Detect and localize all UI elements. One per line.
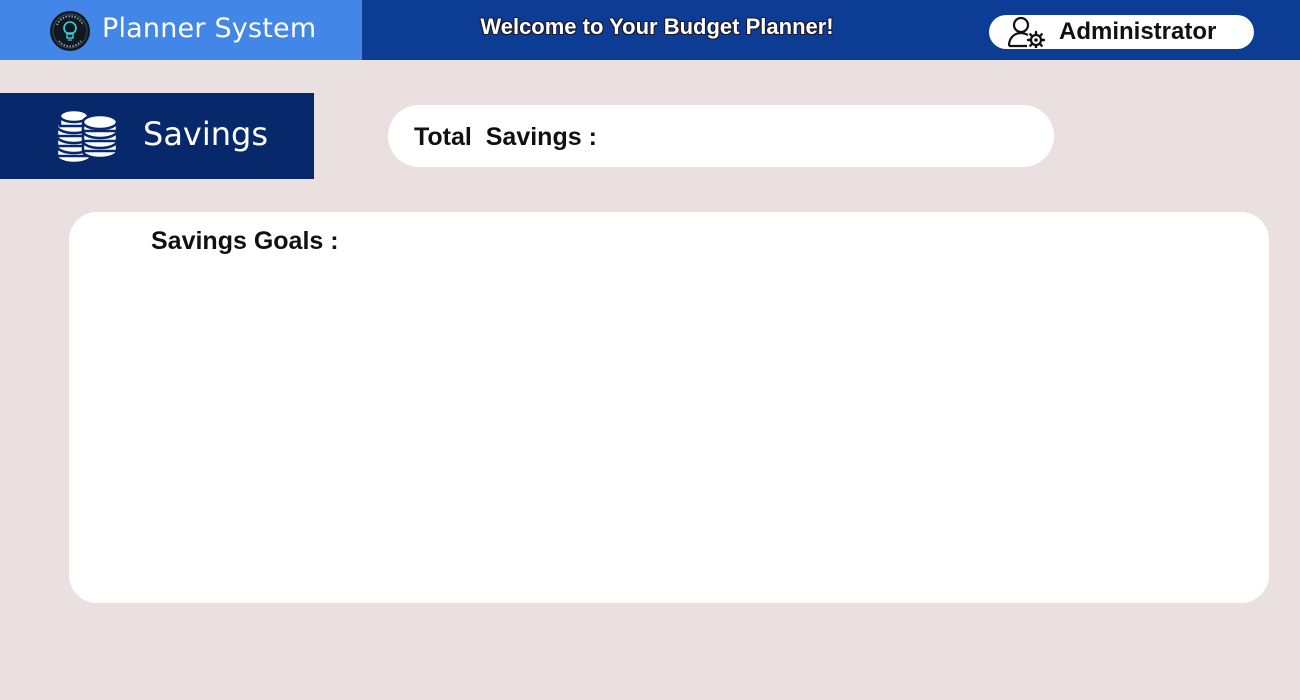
savings-goals-label: Savings Goals : [151,227,339,255]
savings-section-tab[interactable]: Savings [0,93,314,179]
savings-goals-list [151,272,1229,583]
brand-area: Planner System [0,0,362,60]
logo-icon [50,11,90,51]
top-bar: Planner System Welcome to Your Budget Pl… [0,0,1300,60]
welcome-message: Welcome to Your Budget Planner! [480,14,834,39]
total-savings-card: Total Savings : [388,105,1054,167]
user-gear-icon [1007,16,1045,48]
total-savings-label: Total Savings : [414,123,597,151]
admin-label: Administrator [1059,18,1217,45]
admin-profile-button[interactable]: Administrator [989,15,1254,49]
brand-name: Planner System [102,13,317,44]
savings-goals-panel: Savings Goals : [69,212,1269,603]
coins-stack-icon [55,108,119,165]
section-title: Savings [143,115,269,153]
